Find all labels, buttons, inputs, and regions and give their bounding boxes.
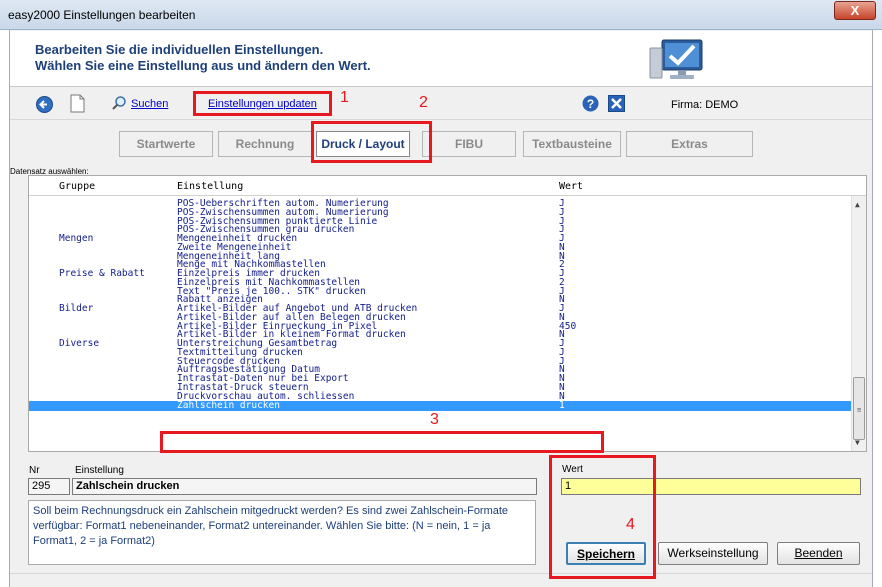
table-row[interactable]: Bilder Artikel-Bilder auf Angebot und ATB… [29,303,851,314]
tab-startwerte[interactable]: Startwerte [119,131,213,157]
back-arrow-icon[interactable] [36,96,53,113]
grid-header: Gruppe Einstellung Wert [29,176,866,196]
nr-field: 295 [28,478,70,495]
toolbar: Suchen Einstellungen updaten ? Firma: DE… [10,88,872,120]
table-row[interactable]: Mengeneinheit lang N [29,251,851,262]
einstellung-field: Zahlschein drucken [72,478,537,495]
table-row[interactable]: Intrastat-Daten nur bei Export N [29,374,851,384]
status-bar [10,573,872,587]
cell-gruppe: Diverse [59,338,100,349]
firma-value: DEMO [705,99,739,111]
annotation-number-2: 2 [419,94,428,111]
nr-label: Nr [29,465,40,476]
tab-fibu[interactable]: FIBU [422,131,516,157]
tab-druck-layout[interactable]: Druck / Layout [316,131,410,157]
grid-scrollbar[interactable]: ▲ ≡ ▼ [851,196,866,451]
close-window-button[interactable]: X [834,1,876,20]
table-row[interactable]: POS-Zwischensummen grau drucken J [29,225,851,235]
settings-grid[interactable]: Gruppe Einstellung Wert POS-Ueberschrift… [28,175,867,452]
cell-einstellung: Zahlschein drucken [177,400,280,412]
annotation-number-3: 3 [430,411,439,428]
column-wert[interactable]: Wert [559,181,583,192]
annotation-number-1: 1 [340,89,349,106]
firma-label: Firma: DEMO [671,99,738,111]
table-row[interactable]: POS-Ueberschriften autom. Numerierung J [29,199,851,209]
factory-default-button[interactable]: Werkseinstellung [658,542,768,565]
scroll-down-arrow-icon[interactable]: ▼ [855,438,860,447]
header-line-1: Bearbeiten Sie die individuellen Einstel… [35,42,324,57]
table-row[interactable]: Intrastat-Druck steuern N [29,383,851,393]
annotation-number-4: 4 [626,516,635,533]
help-icon[interactable]: ? [582,95,599,112]
table-row[interactable]: Text "Preis je 100.. STK" drucken J [29,286,851,297]
table-row[interactable]: Artikel-Bilder in kleinem Format drucken… [29,330,851,340]
table-row[interactable]: Menge mit Nachkommastellen 2 [29,260,851,270]
search-link[interactable]: Suchen [131,98,168,110]
save-button-label: Speichern [576,547,636,561]
wert-label: Wert [562,464,583,475]
table-row[interactable]: Steuercode drucken J [29,356,851,367]
close-button-label: Beenden [794,546,843,560]
cell-gruppe: Mengen [59,233,94,244]
grid-rows: POS-Ueberschriften autom. Numerierung J PO… [29,199,851,412]
update-settings-link[interactable]: Einstellungen updaten [208,98,317,110]
table-row[interactable]: Artikel-Bilder auf allen Belegen drucken… [29,313,851,323]
table-row[interactable]: Mengen Mengeneinheit drucken J [29,233,851,244]
table-row[interactable]: Artikel-Bilder Einrueckung in Pixel 450 [29,321,851,332]
save-button[interactable]: Speichern [566,542,646,565]
cell-gruppe: Bilder [59,303,94,314]
new-document-icon[interactable] [70,94,85,113]
tab-textbausteine[interactable]: Textbausteine [523,131,621,157]
header-line-2: Wählen Sie eine Einstellung aus und ände… [35,58,371,73]
table-row[interactable]: Zweite Mengeneinheit N [29,243,851,253]
table-row[interactable]: Textmitteilung drucken J [29,348,851,358]
header-panel: Bearbeiten Sie die individuellen Einstel… [10,31,872,87]
cell-wert: 1 [559,400,565,412]
table-row-selected[interactable]: Zahlschein drucken 1 [29,400,851,412]
einstellung-label: Einstellung [75,465,124,476]
cell-gruppe: Preise & Rabatt [59,268,145,279]
table-row[interactable]: POS-Zwischensummen autom. Numerierung J [29,208,851,218]
close-x-icon[interactable] [608,95,625,112]
table-row[interactable]: Einzelpreis mit Nachkommastellen 2 [29,278,851,288]
column-gruppe[interactable]: Gruppe [59,181,95,192]
table-row[interactable]: POS-Zwischensummen punktierte Linie J [29,216,851,227]
column-einstellung[interactable]: Einstellung [177,181,243,192]
scroll-up-arrow-icon[interactable]: ▲ [855,200,860,209]
svg-text:?: ? [587,97,594,111]
monitor-check-icon [649,39,703,79]
description-text: Soll beim Rechnungsdruck ein Zahlschein … [28,500,536,565]
close-button[interactable]: Beenden [777,542,860,565]
tab-extras[interactable]: Extras [626,131,753,157]
firma-label-text: Firma: [671,99,703,111]
wert-input[interactable]: 1 [561,478,861,495]
table-row[interactable]: Druckvorschau autom. schliessen N [29,391,851,402]
scroll-grip-icon: ≡ [857,406,862,414]
table-row[interactable]: Rabatt anzeigen N [29,295,851,305]
window-titlebar: easy2000 Einstellungen bearbeiten X [0,0,882,30]
table-row[interactable]: Auftragsbestätigung Datum N [29,365,851,375]
tab-rechnung[interactable]: Rechnung [218,131,312,157]
window-title: easy2000 Einstellungen bearbeiten [8,8,196,22]
search-icon[interactable] [112,96,126,110]
table-row[interactable]: Diverse Unterstreichung Gesamtbetrag J [29,338,851,349]
scroll-thumb[interactable]: ≡ [853,377,865,440]
table-row[interactable]: Preise & Rabatt Einzelpreis immer drucken… [29,268,851,279]
